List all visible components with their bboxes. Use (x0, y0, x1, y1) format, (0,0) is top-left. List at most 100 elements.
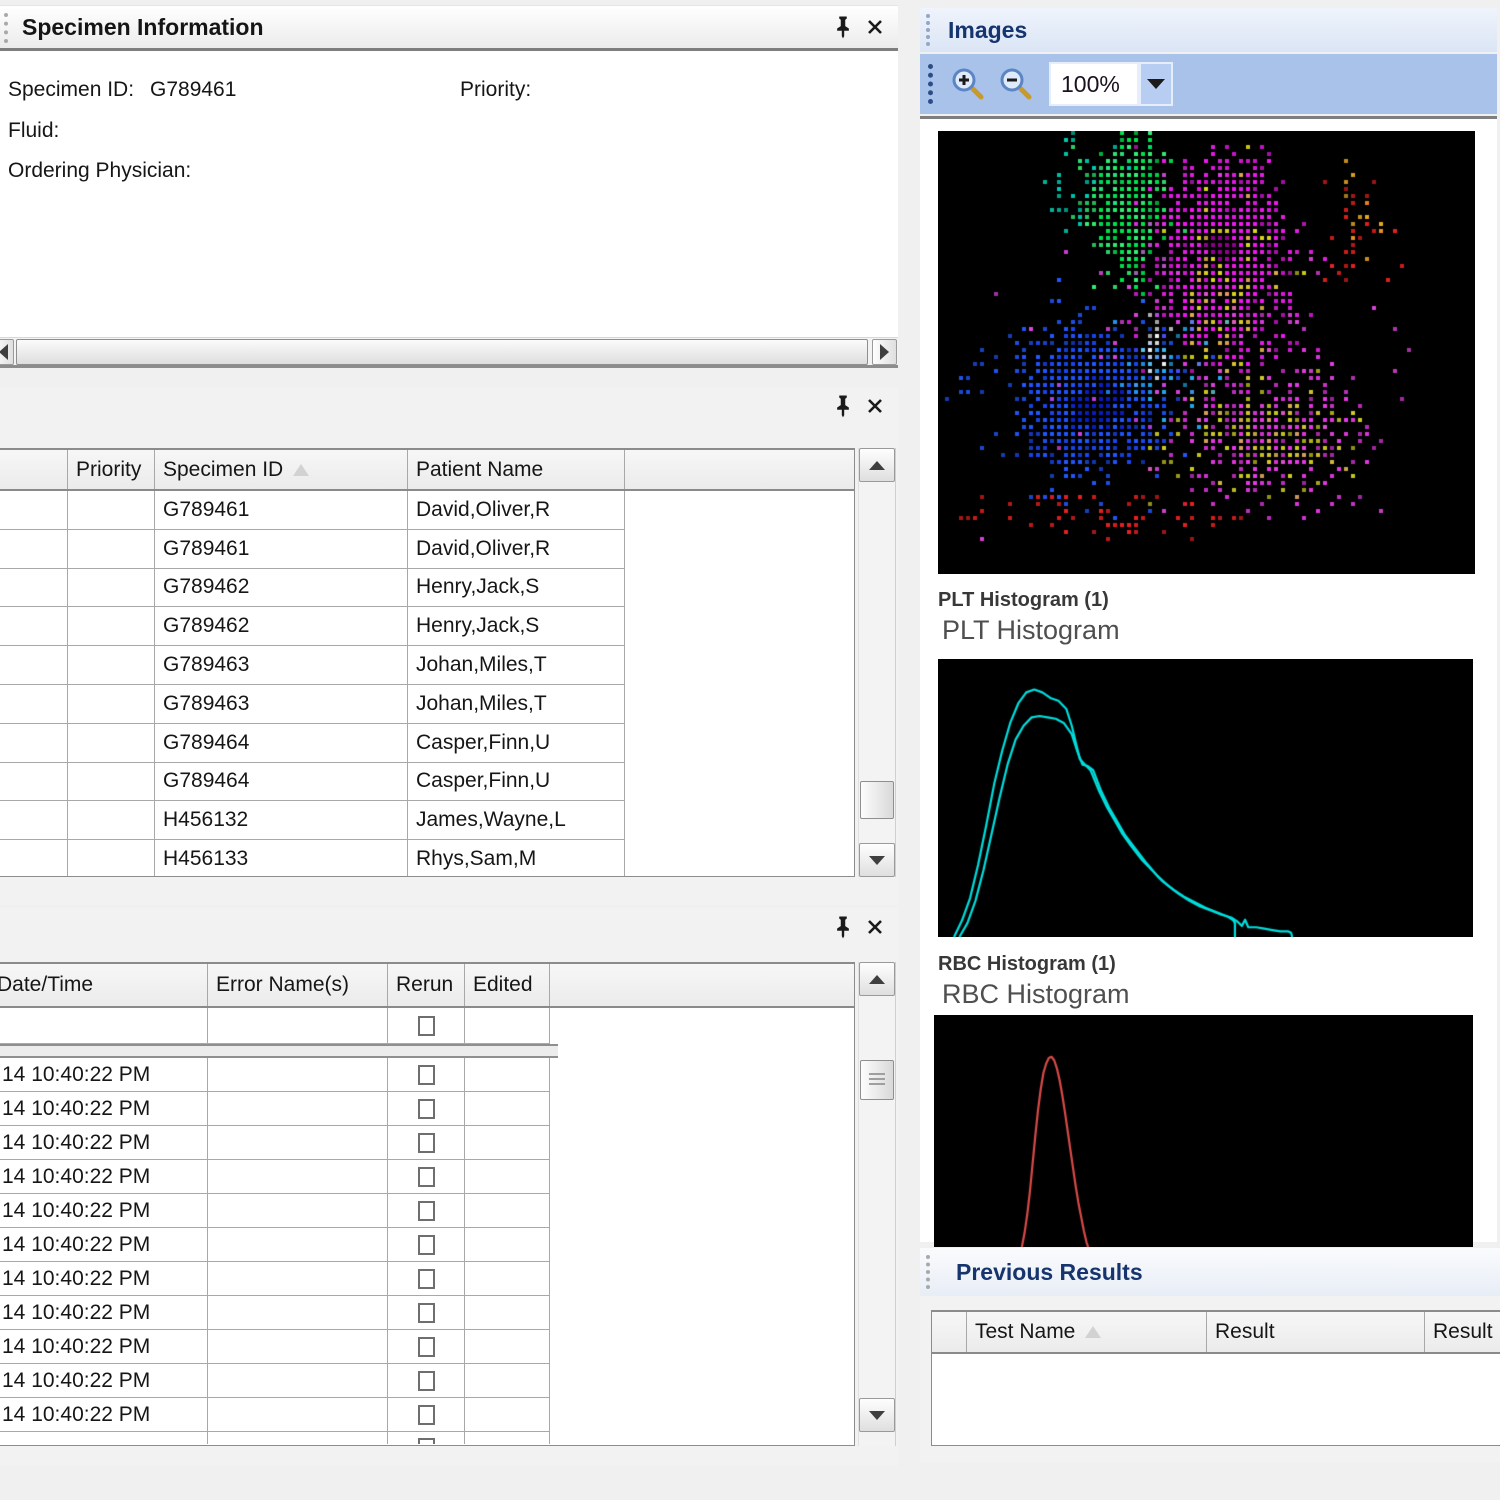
table-row[interactable]: G789464Casper,Finn,U (0, 724, 854, 763)
specimen-id-header-label: Specimen ID (163, 458, 283, 482)
datetime-cell: 14 10:40:22 PM (0, 1398, 208, 1432)
table-row[interactable]: 14 10:40:22 PM (0, 1228, 854, 1262)
images-panel: Images 100% (920, 8, 1497, 1242)
right-arrow-icon (880, 344, 889, 360)
column-header-specimen-id[interactable]: Specimen ID (155, 450, 408, 489)
test-name-header-label: Test Name (975, 1320, 1075, 1344)
table-row[interactable]: G789464Casper,Finn,U (0, 763, 854, 802)
rerun-checkbox[interactable] (418, 1016, 435, 1036)
column-header-errors[interactable]: Error Name(s) (208, 964, 388, 1006)
specimen-id-cell: G789464 (155, 763, 408, 802)
datetime-cell: 14 10:40:22 PM (0, 1058, 208, 1092)
left-arrow-icon (0, 344, 8, 360)
datetime-cell: 14 10:40:22 PM (0, 1262, 208, 1296)
column-header-priority[interactable]: Priority (68, 450, 155, 489)
column-header-result-date[interactable]: Result D (1425, 1312, 1500, 1352)
zoom-in-icon[interactable] (951, 67, 985, 101)
previous-results-grid-header: Test Name Result Result D (932, 1312, 1500, 1354)
specimen-info-hscrollbar[interactable] (0, 337, 898, 366)
rerun-checkbox[interactable] (418, 1337, 435, 1357)
run-history-vscrollbar[interactable] (858, 962, 896, 1446)
zoom-out-icon[interactable] (999, 67, 1033, 101)
scroll-down-button[interactable] (859, 843, 895, 877)
scroll-down-button[interactable] (859, 1398, 895, 1432)
table-row[interactable]: 14 10:40:22 PM (0, 1092, 854, 1126)
result-header-label: Result (1215, 1320, 1275, 1344)
specimen-info-panel: Specimen Information Specimen ID: G78946… (0, 5, 898, 368)
vscroll-thumb[interactable] (860, 781, 894, 819)
rerun-checkbox[interactable] (418, 1133, 435, 1153)
rerun-checkbox[interactable] (418, 1371, 435, 1391)
column-header-rerun[interactable]: Rerun (388, 964, 465, 1006)
table-row[interactable]: G789463Johan,Miles,T (0, 646, 854, 685)
table-row[interactable]: 14 10:40:22 PM (0, 1160, 854, 1194)
close-icon[interactable] (862, 914, 888, 940)
column-header-edited[interactable]: Edited (465, 964, 550, 1006)
column-header-result[interactable]: Result (1207, 1312, 1425, 1352)
close-icon[interactable] (862, 14, 888, 40)
table-row[interactable]: G789462Henry,Jack,S (0, 569, 854, 608)
images-toolbar: 100% (920, 54, 1497, 114)
run-history-grid: Date/Time Error Name(s) Rerun Edited 14 … (0, 962, 855, 1446)
specimen-id-cell: G789462 (155, 569, 408, 608)
table-row[interactable]: 14 10:40:22 PM (0, 1296, 854, 1330)
rerun-checkbox[interactable] (418, 1167, 435, 1187)
specimen-id-cell: G789464 (155, 724, 408, 763)
scroll-up-button[interactable] (859, 448, 895, 482)
table-row[interactable]: 14 10:40:22 PM (0, 1364, 854, 1398)
column-header-empty[interactable] (0, 450, 68, 489)
rerun-checkbox[interactable] (418, 1235, 435, 1255)
column-header-patient-name[interactable]: Patient Name (408, 450, 625, 489)
vscroll-thumb[interactable] (860, 1060, 894, 1100)
scroll-up-button[interactable] (859, 962, 895, 996)
close-icon[interactable] (862, 393, 888, 419)
table-row[interactable]: 14 10:40:22 PM (0, 1330, 854, 1364)
table-row[interactable]: G789461David,Oliver,R (0, 530, 854, 569)
rerun-checkbox[interactable] (418, 1269, 435, 1289)
rerun-checkbox[interactable] (418, 1303, 435, 1323)
worklist-vscrollbar[interactable] (858, 448, 896, 877)
zoom-level-input[interactable]: 100% (1049, 62, 1139, 106)
rbc-histogram (934, 1015, 1473, 1247)
result-date-header-label: Result D (1433, 1320, 1500, 1344)
scroll-left-button[interactable] (0, 339, 14, 365)
panel-bottom-edge (0, 365, 898, 368)
table-row[interactable]: H456132James,Wayne,L (0, 801, 854, 840)
table-row[interactable]: H456133Rhys,Sam,M (0, 840, 854, 877)
up-arrow-icon (869, 461, 885, 470)
plt-histogram-title: PLT Histogram (942, 615, 1120, 646)
column-header-test-name[interactable]: Test Name (967, 1312, 1207, 1352)
rerun-header-label: Rerun (396, 973, 453, 997)
table-row-partial[interactable] (0, 1432, 854, 1444)
specimen-id-label: Specimen ID: (8, 78, 134, 102)
pin-icon[interactable] (830, 914, 856, 940)
panel-grip-icon (926, 14, 930, 46)
rerun-checkbox[interactable] (418, 1065, 435, 1085)
thumb-grip-icon (869, 1073, 885, 1087)
table-row[interactable]: 14 10:40:22 PM (0, 1058, 854, 1092)
group-separator (0, 1044, 558, 1058)
rerun-checkbox[interactable] (418, 1438, 435, 1444)
rerun-checkbox[interactable] (418, 1201, 435, 1221)
rerun-checkbox[interactable] (418, 1099, 435, 1119)
table-row[interactable]: G789463Johan,Miles,T (0, 685, 854, 724)
table-row[interactable]: G789461David,Oliver,R (0, 491, 854, 530)
table-row[interactable]: 14 10:40:22 PM (0, 1398, 854, 1432)
patient-name-cell: James,Wayne,L (408, 801, 625, 840)
zoom-dropdown-button[interactable] (1139, 62, 1173, 106)
table-row[interactable]: G789462Henry,Jack,S (0, 607, 854, 646)
table-row[interactable]: 14 10:40:22 PM (0, 1126, 854, 1160)
column-header-datetime[interactable]: Date/Time (0, 964, 208, 1006)
edited-header-label: Edited (473, 973, 533, 997)
images-content: PLT Histogram (1) PLT Histogram RBC Hist… (920, 116, 1497, 1242)
rerun-checkbox[interactable] (418, 1405, 435, 1425)
table-row[interactable]: 14 10:40:22 PM (0, 1194, 854, 1228)
column-header-selector[interactable] (932, 1312, 967, 1352)
table-row[interactable]: 14 10:40:22 PM (0, 1262, 854, 1296)
pin-icon[interactable] (830, 14, 856, 40)
pin-icon[interactable] (830, 393, 856, 419)
up-arrow-icon (869, 975, 885, 984)
table-row[interactable] (0, 1008, 854, 1044)
hscroll-thumb[interactable] (16, 339, 868, 365)
scroll-right-button[interactable] (872, 339, 897, 365)
